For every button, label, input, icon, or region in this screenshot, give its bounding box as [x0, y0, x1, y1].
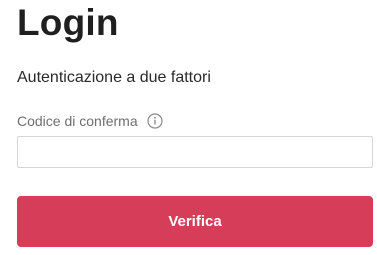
page-subtitle: Autenticazione a due fattori [17, 69, 211, 86]
page-title: Login [17, 2, 119, 43]
code-field-label: Codice di conferma [17, 113, 138, 129]
login-page: Login Autenticazione a due fattori Codic… [0, 0, 377, 255]
verify-button[interactable]: Verifica [17, 196, 373, 247]
confirmation-code-input[interactable] [17, 136, 373, 168]
code-label-row: Codice di conferma [17, 110, 163, 132]
info-icon-graphic [147, 113, 163, 129]
info-icon[interactable] [147, 113, 163, 129]
